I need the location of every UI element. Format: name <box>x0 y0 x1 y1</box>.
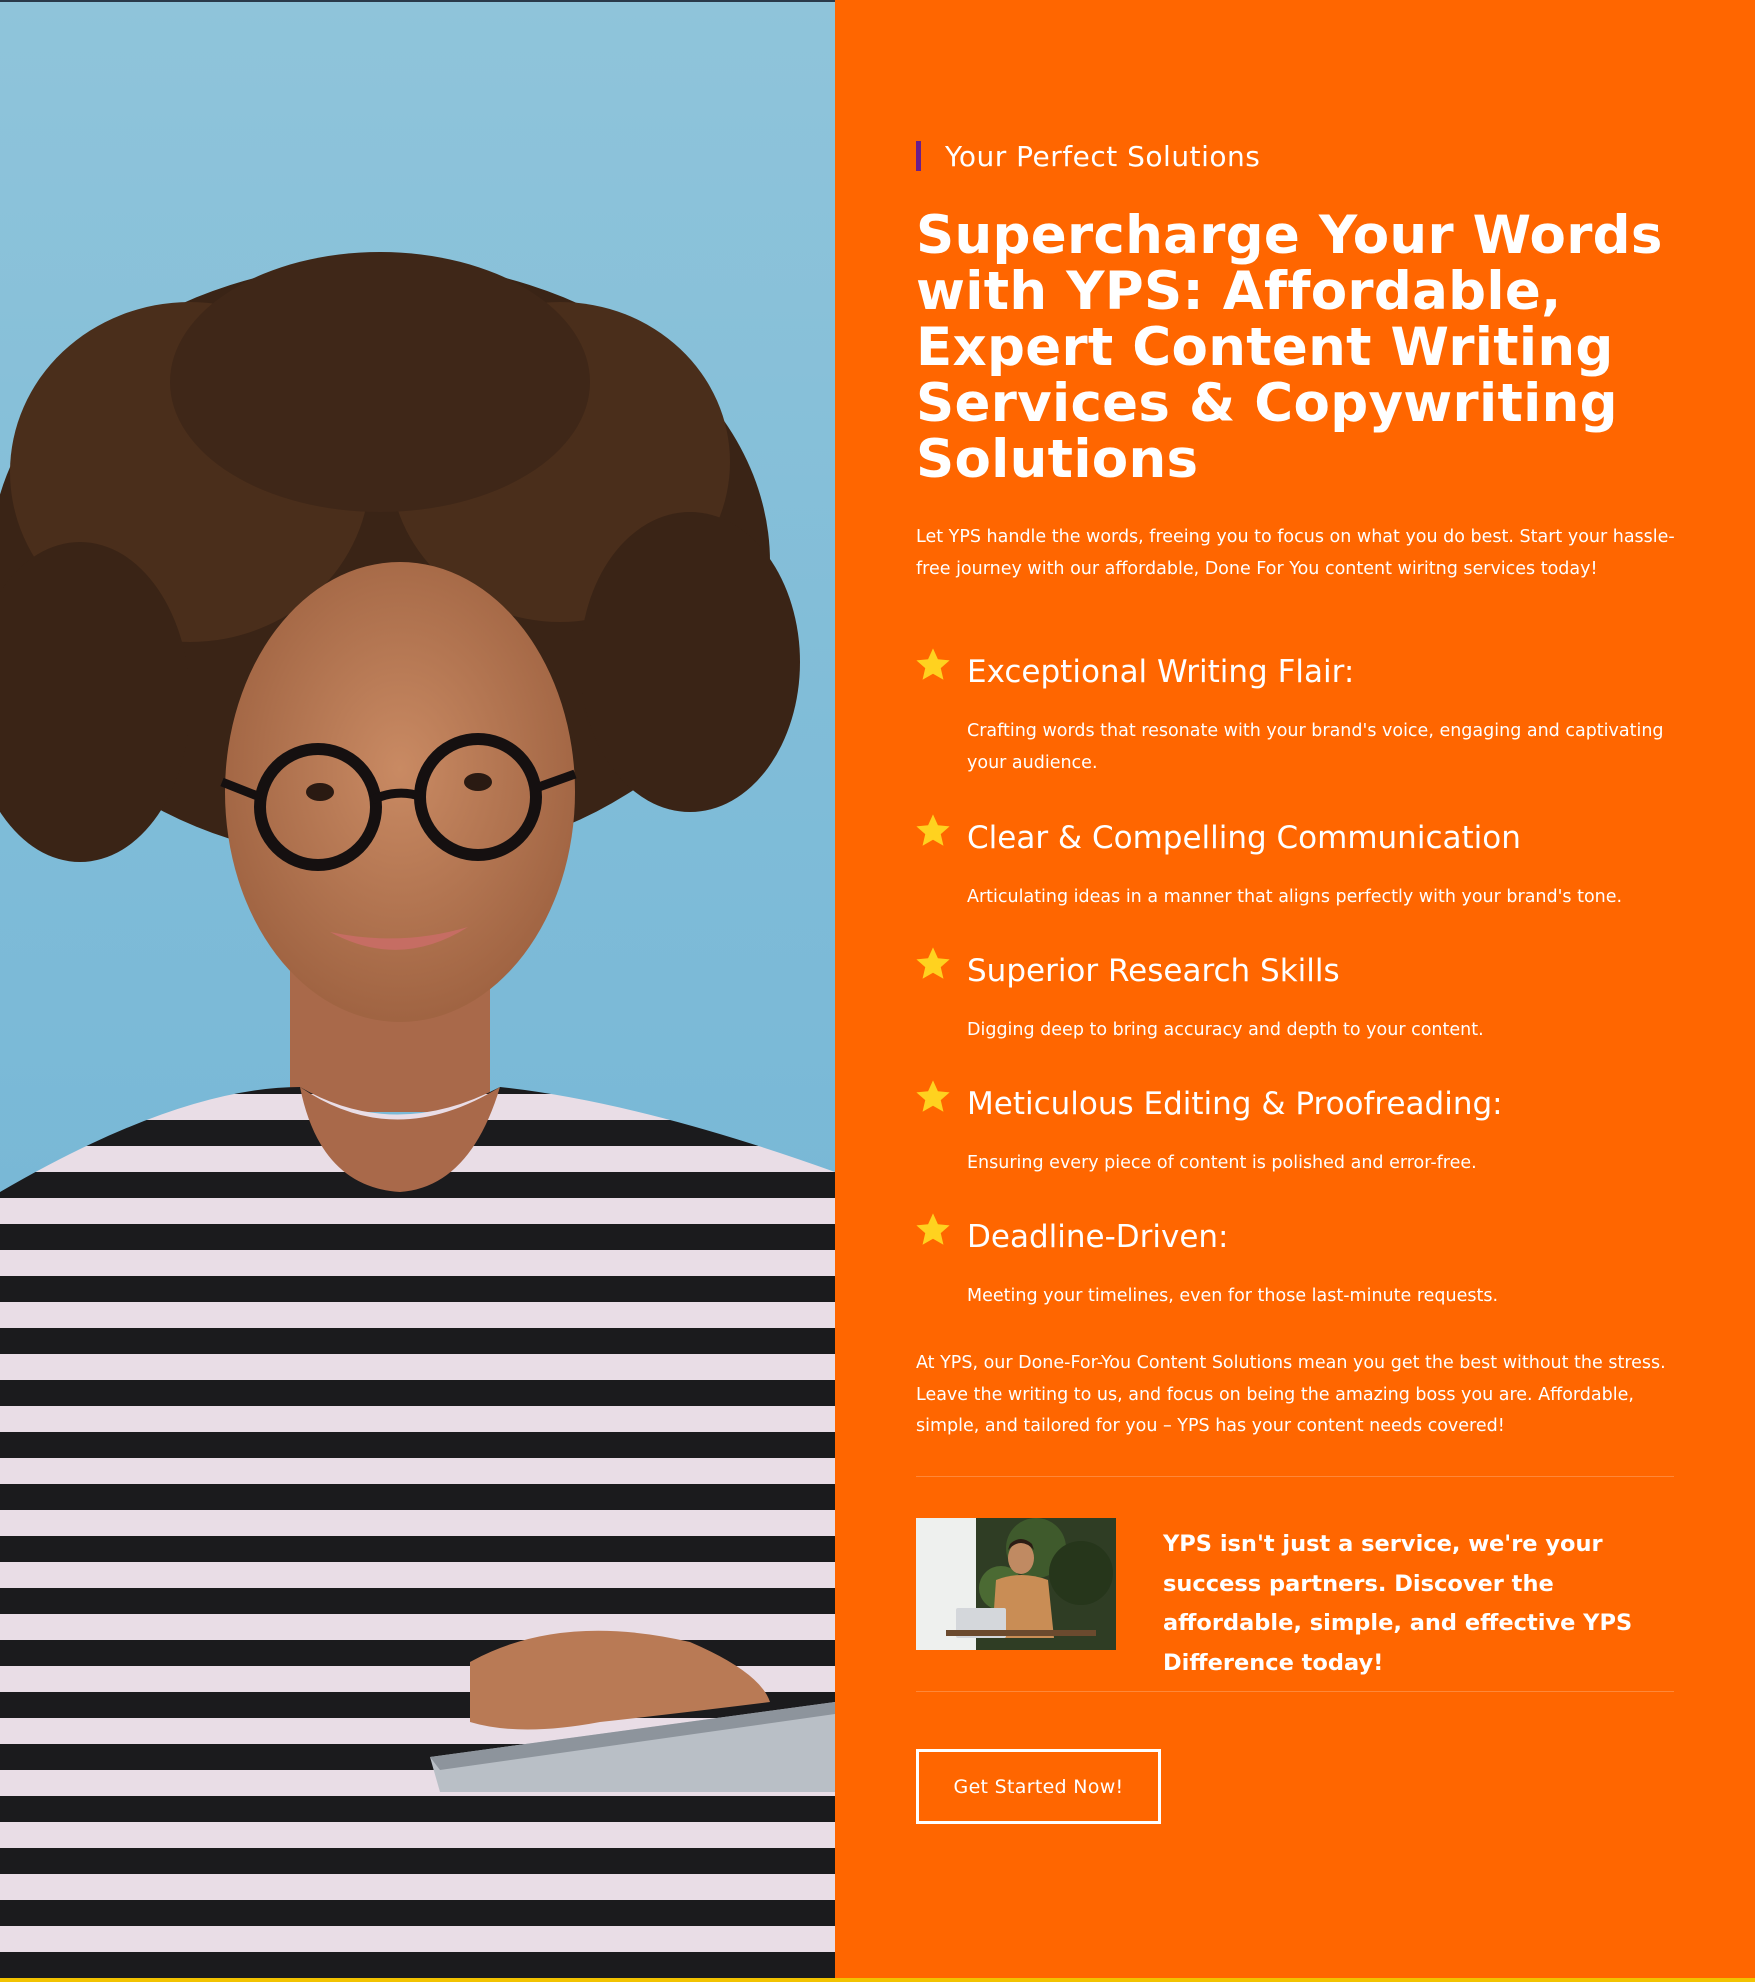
get-started-button[interactable]: Get Started Now! <box>916 1749 1161 1824</box>
feature-title: Meticulous Editing & Proofreading: <box>967 1086 1503 1122</box>
closing-paragraph: At YPS, our Done-For-You Content Solutio… <box>916 1353 1666 1436</box>
intro-paragraph: Let YPS handle the words, freeing you to… <box>916 527 1675 579</box>
feature-description: Crafting words that resonate with your b… <box>967 721 1664 773</box>
divider <box>916 1476 1674 1477</box>
section-eyebrow: Your Perfect Solutions <box>916 139 1261 173</box>
feature-title: Deadline-Driven: <box>967 1219 1229 1255</box>
star-icon <box>916 814 950 846</box>
content-panel: Your Perfect Solutions Supercharge Your … <box>835 0 1755 1978</box>
feature-description: Ensuring every piece of content is polis… <box>967 1153 1477 1173</box>
star-icon <box>916 1080 950 1112</box>
eyebrow-text: Your Perfect Solutions <box>945 139 1261 173</box>
feature-description: Articulating ideas in a manner that alig… <box>967 887 1623 907</box>
promo-thumbnail <box>916 1518 1116 1650</box>
feature-description: Digging deep to bring accuracy and depth… <box>967 1020 1484 1040</box>
star-icon <box>916 947 950 979</box>
bottom-edge-strip <box>0 1978 1755 1982</box>
feature-description: Meeting your timelines, even for those l… <box>967 1286 1499 1306</box>
page-title: Supercharge Your Words with YPS: Afforda… <box>916 205 1663 490</box>
feature-title: Exceptional Writing Flair: <box>967 654 1355 690</box>
feature-title: Clear & Compelling Communication <box>967 820 1521 856</box>
star-icon <box>916 1213 950 1245</box>
feature-title: Superior Research Skills <box>967 953 1340 989</box>
promo-text: YPS isn't just a service, we're your suc… <box>1163 1531 1633 1676</box>
hero-photo <box>0 2 835 1978</box>
eyebrow-accent-bar <box>916 141 921 171</box>
star-icon <box>916 648 950 680</box>
divider <box>916 1691 1674 1692</box>
